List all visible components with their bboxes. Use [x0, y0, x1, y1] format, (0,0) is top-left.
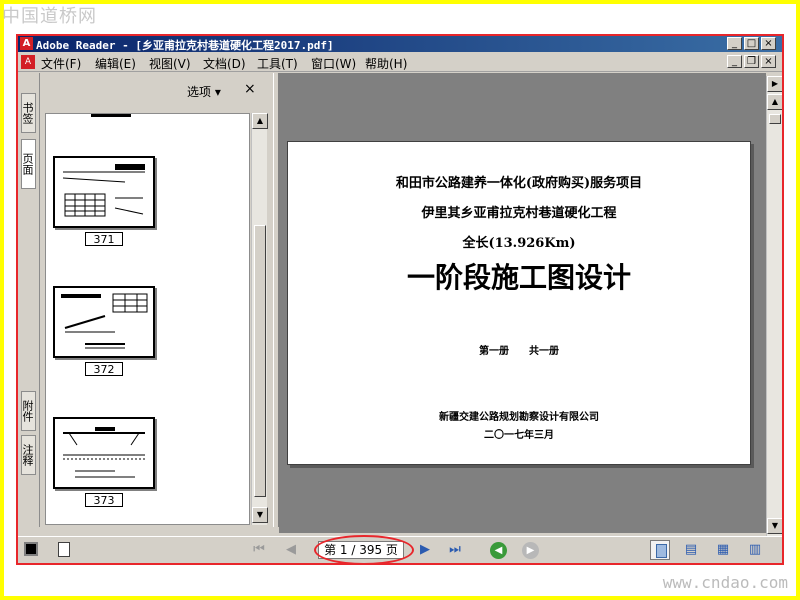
- project-subtitle: 伊里其乡亚甫拉克村巷道硬化工程: [421, 206, 617, 221]
- project-length: 全长(13.926Km): [462, 236, 576, 251]
- menu-window[interactable]: 窗口(W): [311, 55, 356, 72]
- tab-pages[interactable]: 页面: [21, 139, 36, 189]
- scroll-up-icon[interactable]: ▲: [252, 113, 268, 129]
- scroll-thumb[interactable]: [254, 225, 266, 497]
- thumbnail-label: 372: [85, 362, 123, 376]
- watermark-top: 中国道桥网: [2, 6, 97, 27]
- options-dropdown[interactable]: 选项 ▾: [187, 83, 221, 100]
- status-bar: ⏮ ◀ 第 1 / 395 页 ▶ ⏭ ◀ ▶ ▤ ▦ ▥: [18, 535, 782, 563]
- go-forward-icon[interactable]: ▶: [522, 542, 539, 559]
- minimize-button[interactable]: _: [727, 37, 742, 50]
- doc-scroll-up-icon[interactable]: ▲: [767, 94, 782, 110]
- navigation-tab-strip: 书签 页面 附件 注释: [18, 73, 40, 527]
- thumbnail-drawing: [61, 293, 148, 349]
- thumbnail-label: 373: [85, 493, 123, 507]
- doc-close-button[interactable]: ×: [761, 55, 776, 68]
- maximize-button[interactable]: □: [744, 37, 759, 50]
- next-page-icon[interactable]: ▶: [416, 542, 434, 558]
- facing-view-icon[interactable]: ▦: [714, 542, 732, 558]
- thumbnail-drawing: [62, 164, 145, 217]
- thumbnail-list: 371 372 373: [45, 113, 250, 525]
- single-page-view-icon[interactable]: [650, 540, 670, 560]
- menu-document[interactable]: 文档(D): [203, 55, 246, 72]
- thumbnail-scrollbar[interactable]: ▲ ▼: [251, 113, 268, 525]
- doc-restore-button[interactable]: ❐: [744, 55, 759, 68]
- volume-info: 第一册 共一册: [479, 346, 559, 357]
- previous-thumb-edge: [91, 114, 131, 117]
- tab-bookmarks[interactable]: 书签: [21, 93, 36, 133]
- window-title: Adobe Reader - [乡亚甫拉克村巷道硬化工程2017.pdf]: [36, 39, 334, 52]
- adobe-reader-icon: A: [20, 37, 33, 50]
- document-view: 和田市公路建养一体化(政府购买)服务项目 伊里其乡亚甫拉克村巷道硬化工程 全长(…: [279, 73, 766, 533]
- design-stage-title: 一阶段施工图设计: [406, 261, 631, 294]
- page-thumbnail[interactable]: [53, 417, 155, 489]
- doc-scroll-right-icon[interactable]: ▶: [767, 76, 782, 92]
- page-thumbnail[interactable]: [53, 286, 155, 358]
- menu-bar: A 文件(F) 编辑(E) 视图(V) 文档(D) 工具(T) 窗口(W) 帮助…: [18, 52, 782, 72]
- document-scrollbar[interactable]: ▶ ▲ ▼: [766, 76, 782, 536]
- doc-scroll-thumb[interactable]: [769, 114, 781, 124]
- thumbnail-view-icon[interactable]: [24, 542, 38, 556]
- document-icon[interactable]: A: [21, 55, 35, 69]
- close-panel-icon[interactable]: ×: [244, 81, 256, 97]
- doc-scroll-down-icon[interactable]: ▼: [767, 518, 782, 534]
- continuous-facing-view-icon[interactable]: ▥: [746, 542, 764, 558]
- thumbnail-drawing: [63, 427, 145, 478]
- doc-minimize-button[interactable]: _: [727, 55, 742, 68]
- tab-attachments[interactable]: 附件: [21, 391, 36, 431]
- menu-edit[interactable]: 编辑(E): [95, 55, 136, 72]
- close-button[interactable]: ×: [761, 37, 776, 50]
- menu-file[interactable]: 文件(F): [41, 55, 81, 72]
- previous-page-icon[interactable]: ◀: [282, 542, 300, 558]
- go-back-icon[interactable]: ◀: [490, 542, 507, 559]
- menu-help[interactable]: 帮助(H): [365, 55, 407, 72]
- title-bar[interactable]: A Adobe Reader - [乡亚甫拉克村巷道硬化工程2017.pdf] …: [18, 36, 782, 52]
- last-page-icon[interactable]: ⏭: [446, 542, 464, 558]
- continuous-view-icon[interactable]: ▤: [682, 542, 700, 558]
- page-options-icon[interactable]: [58, 542, 70, 557]
- project-title: 和田市公路建养一体化(政府购买)服务项目: [395, 176, 643, 191]
- tab-comments[interactable]: 注释: [21, 435, 36, 475]
- pdf-page: 和田市公路建养一体化(政府购买)服务项目 伊里其乡亚甫拉克村巷道硬化工程 全长(…: [287, 141, 751, 465]
- first-page-icon[interactable]: ⏮: [250, 542, 268, 558]
- publish-date: 二〇一七年三月: [484, 430, 554, 441]
- pages-panel-header: 选项 ▾ ×: [41, 73, 273, 109]
- reader-window: A Adobe Reader - [乡亚甫拉克村巷道硬化工程2017.pdf] …: [16, 34, 784, 565]
- page-thumbnail[interactable]: [53, 156, 155, 228]
- watermark-bottom: www.cndao.com: [662, 573, 788, 592]
- pages-panel: 选项 ▾ × 371 372 373 ▲ ▼: [41, 73, 273, 525]
- company-name: 新疆交建公路规划勘察设计有限公司: [439, 412, 599, 423]
- scroll-down-icon[interactable]: ▼: [252, 507, 268, 523]
- menu-view[interactable]: 视图(V): [149, 55, 191, 72]
- menu-tools[interactable]: 工具(T): [257, 55, 298, 72]
- highlight-ellipse: [314, 535, 414, 563]
- thumbnail-label: 371: [85, 232, 123, 246]
